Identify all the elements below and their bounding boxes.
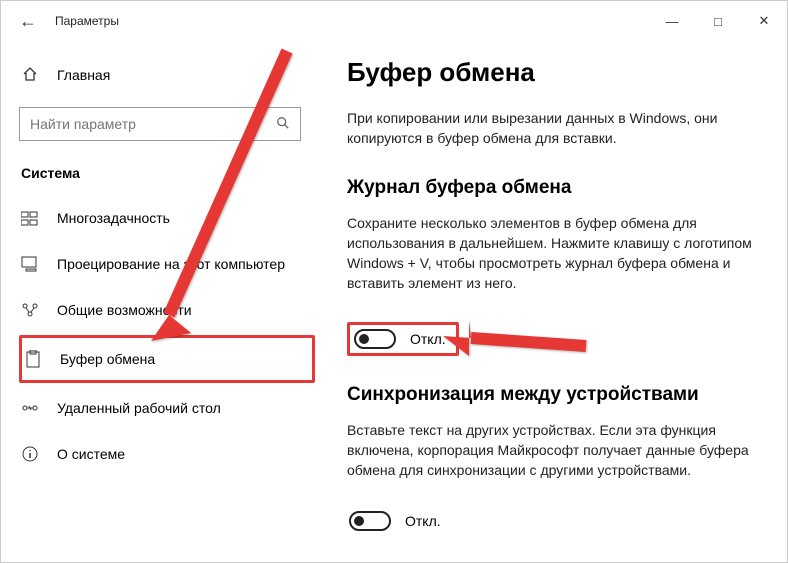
maximize-button[interactable]: □ [695, 1, 741, 41]
back-button[interactable]: ← [19, 12, 37, 30]
clipboard-icon [24, 350, 42, 368]
close-button[interactable]: ✕ [741, 1, 787, 41]
remote-desktop-icon [21, 399, 39, 417]
sidebar-item-label: О системе [57, 446, 125, 462]
sync-heading: Синхронизация между устройствами [347, 384, 759, 406]
projecting-icon [21, 255, 39, 273]
history-toggle-row: Откл. [347, 322, 459, 356]
sync-toggle[interactable] [349, 511, 391, 531]
sidebar-section-label: Система [19, 165, 315, 181]
sidebar-item-clipboard[interactable]: Буфер обмена [19, 335, 315, 383]
main-panel: Буфер обмена При копировании или вырезан… [321, 41, 787, 562]
search-icon [276, 116, 290, 133]
sidebar-item-label: Проецирование на этот компьютер [57, 256, 285, 272]
history-desc: Сохраните несколько элементов в буфер об… [347, 213, 759, 294]
sync-desc: Вставьте текст на других устройствах. Ес… [347, 420, 759, 481]
sidebar-item-label: Общие возможности [57, 302, 192, 318]
sidebar-item-shared[interactable]: Общие возможности [19, 289, 315, 331]
sidebar-item-remote-desktop[interactable]: Удаленный рабочий стол [19, 387, 315, 429]
window-controls: — □ ✕ [649, 1, 787, 41]
sync-toggle-label: Откл. [405, 513, 441, 529]
sidebar-item-label: Буфер обмена [60, 351, 155, 367]
window-title: Параметры [55, 14, 119, 28]
shared-icon [21, 301, 39, 319]
info-icon [21, 445, 39, 463]
history-heading: Журнал буфера обмена [347, 177, 759, 199]
home-icon [21, 66, 39, 85]
sidebar-item-about[interactable]: О системе [19, 433, 315, 475]
minimize-button[interactable]: — [649, 1, 695, 41]
history-toggle-label: Откл. [410, 331, 446, 347]
sidebar-item-projecting[interactable]: Проецирование на этот компьютер [19, 243, 315, 285]
sidebar: Главная Система Многозадачность Проециро… [1, 41, 321, 562]
history-toggle[interactable] [354, 329, 396, 349]
sidebar-home[interactable]: Главная [19, 55, 315, 95]
privacy-link[interactable]: Заявление о конфиденциальности [347, 561, 759, 562]
sidebar-home-label: Главная [57, 67, 110, 83]
search-box[interactable] [19, 107, 301, 141]
sidebar-item-label: Удаленный рабочий стол [57, 400, 221, 416]
search-input[interactable] [30, 116, 276, 132]
titlebar: ← Параметры — □ ✕ [1, 1, 787, 41]
page-intro: При копировании или вырезании данных в W… [347, 108, 759, 149]
multitasking-icon [21, 209, 39, 227]
sync-toggle-row: Откл. [347, 509, 447, 533]
sidebar-item-multitasking[interactable]: Многозадачность [19, 197, 315, 239]
sidebar-item-label: Многозадачность [57, 210, 170, 226]
page-title: Буфер обмена [347, 57, 759, 88]
